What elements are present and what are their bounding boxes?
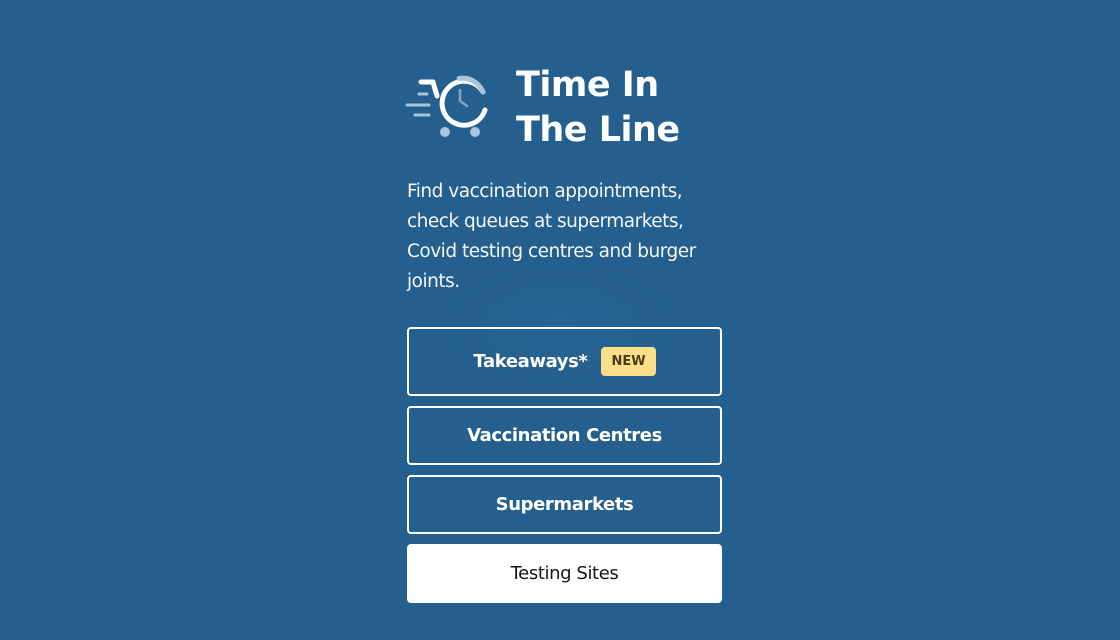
brand-header: Time In The Line [405,60,722,160]
shopping-cart-clock-icon [405,75,488,137]
vaccination-centres-button[interactable]: Vaccination Centres [407,406,722,465]
new-badge: NEW [601,347,656,376]
title-line-1: Time In [516,65,659,105]
testing-sites-button[interactable]: Testing Sites [407,544,722,603]
vaccination-centres-label: Vaccination Centres [467,425,662,446]
page-description: Find vaccination appointments, check que… [407,181,696,292]
title-line-2: The Line [516,110,680,150]
category-nav: Takeaways* NEW Vaccination Centres Super… [407,327,722,603]
takeaways-button[interactable]: Takeaways* NEW [407,327,722,396]
takeaways-label: Takeaways* [473,351,588,372]
supermarkets-button[interactable]: Supermarkets [407,475,722,534]
landing-panel: Time In The Line Find vaccination appoin… [405,60,722,603]
page-title: Time In The Line [516,63,680,153]
supermarkets-label: Supermarkets [495,494,634,515]
testing-sites-label: Testing Sites [510,563,619,584]
